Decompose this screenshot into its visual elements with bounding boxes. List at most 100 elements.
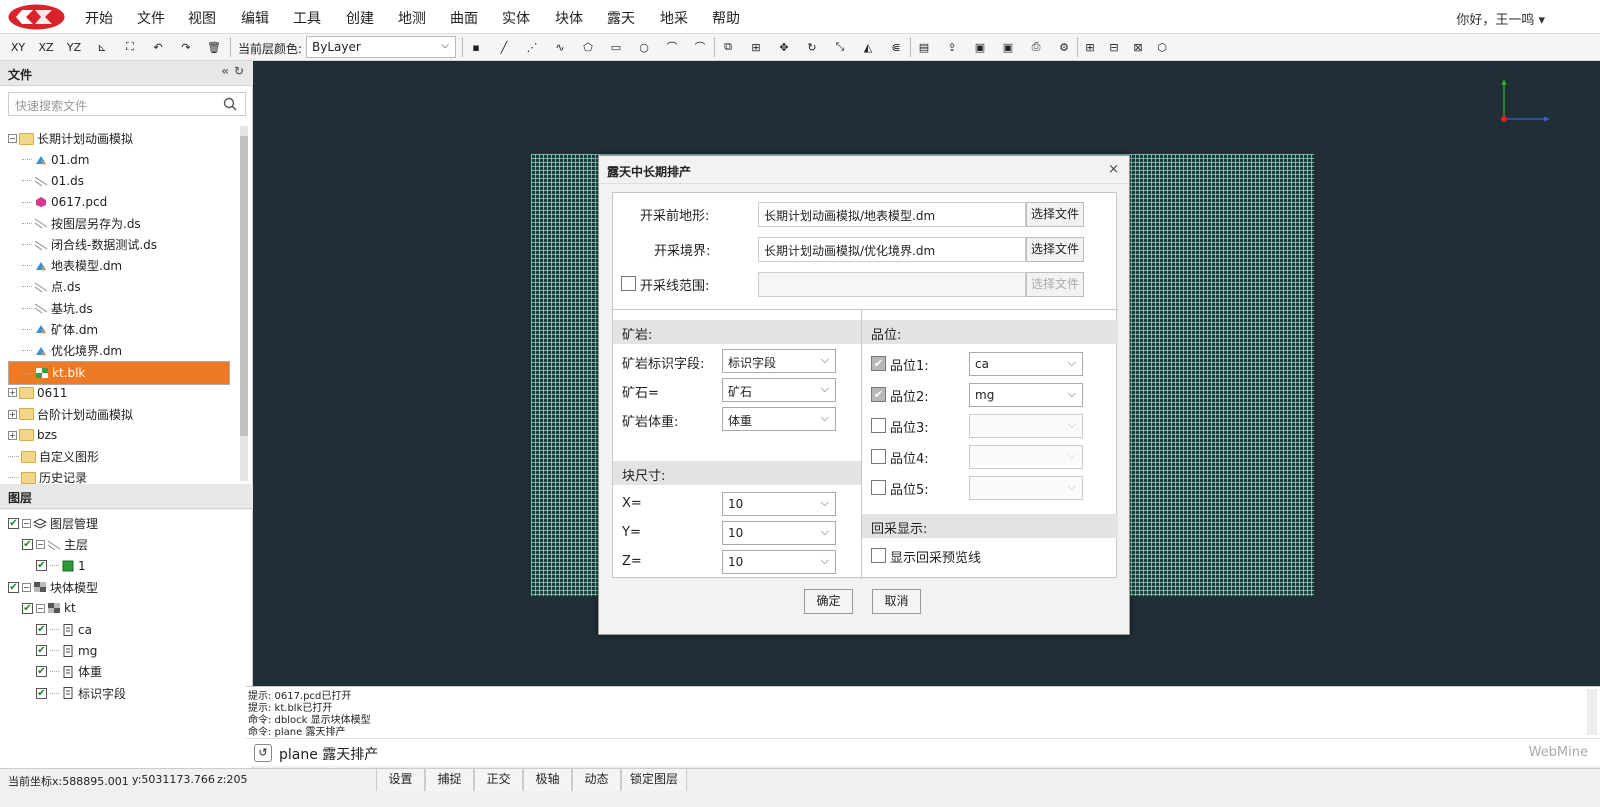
file-tree-item[interactable]: 优化境界.dm bbox=[22, 340, 122, 361]
point-icon[interactable]: ▪ bbox=[466, 37, 486, 57]
boundary-input[interactable]: 长期计划动画模拟/优化境界.dm bbox=[758, 237, 1026, 262]
arc-icon[interactable]: ⌒ bbox=[662, 37, 682, 57]
layer-visibility-checkbox[interactable]: ✔ bbox=[22, 602, 33, 614]
grade-2-checkbox[interactable]: ✔ bbox=[871, 387, 886, 402]
wireframe-icon[interactable]: ⊠ bbox=[1128, 37, 1148, 57]
copy-icon[interactable]: ⧉ bbox=[718, 37, 738, 57]
file-tree-item[interactable]: 自定义图形 bbox=[8, 446, 99, 467]
layer-tree-item[interactable]: ✔ − 主层 bbox=[22, 534, 88, 555]
file-tree-item[interactable]: 闭合线-数据测试.ds bbox=[22, 234, 157, 255]
layer-tree-item[interactable]: ✔ − 块体模型 bbox=[8, 577, 98, 598]
print-icon[interactable]: ⎙ bbox=[1026, 37, 1046, 57]
collapse-icon[interactable]: − bbox=[8, 134, 17, 143]
file-tree-item[interactable]: − 长期计划动画模拟 bbox=[8, 128, 133, 149]
line-range-checkbox[interactable] bbox=[621, 276, 636, 291]
file-tree-item[interactable]: 0617.pcd bbox=[22, 192, 107, 213]
command-input[interactable]: plane 露天排产 bbox=[279, 744, 378, 764]
polar-button[interactable]: 极轴 bbox=[523, 769, 572, 791]
file-tree-item[interactable]: 点.ds bbox=[22, 276, 81, 297]
file-tree-item[interactable]: + 台阶计划动画模拟 bbox=[8, 404, 133, 425]
layer-visibility-checkbox[interactable]: ✔ bbox=[8, 518, 19, 529]
expand-icon[interactable]: + bbox=[8, 430, 17, 440]
dynamic-button[interactable]: 动态 bbox=[572, 769, 621, 791]
layer-tree-item[interactable]: ✔ 1 bbox=[36, 555, 86, 576]
file-tree-item[interactable]: +0611 bbox=[8, 382, 68, 403]
search-icon[interactable] bbox=[223, 97, 237, 111]
rotate-icon[interactable]: ↻ bbox=[802, 37, 822, 57]
file-scrollbar-thumb[interactable] bbox=[240, 136, 248, 436]
grade-4-checkbox[interactable] bbox=[871, 449, 886, 464]
collapse-icon[interactable]: − bbox=[36, 540, 45, 550]
menu-surface[interactable]: 曲面 bbox=[450, 8, 478, 28]
mirror-icon[interactable]: ◭ bbox=[858, 37, 878, 57]
backfill-checkbox[interactable] bbox=[871, 548, 886, 563]
z-size-select[interactable]: 10 ⌵ bbox=[722, 550, 836, 574]
menu-tools[interactable]: 工具 bbox=[293, 8, 321, 28]
collapse-icon[interactable]: − bbox=[22, 582, 31, 592]
layer-tree-item[interactable]: ✔ ca bbox=[36, 619, 92, 640]
layer-visibility-checkbox[interactable]: ✔ bbox=[36, 687, 47, 699]
log-scrollbar[interactable] bbox=[1587, 689, 1597, 735]
lock-layer-button[interactable]: 锁定图层 bbox=[621, 769, 687, 791]
menu-edit[interactable]: 编辑 bbox=[241, 8, 269, 28]
refresh-icon[interactable]: ↻ bbox=[234, 64, 244, 78]
layer-tree-item[interactable]: ✔ 体重 bbox=[36, 661, 102, 682]
cube-icon[interactable]: ⬡ bbox=[1152, 37, 1172, 57]
menu-help[interactable]: 帮助 bbox=[712, 8, 740, 28]
settings-icon[interactable]: ⚙ bbox=[1054, 37, 1074, 57]
move-icon[interactable]: ✥ bbox=[774, 37, 794, 57]
redo-icon[interactable]: ↷ bbox=[176, 37, 196, 57]
x-size-select[interactable]: 10 ⌵ bbox=[722, 492, 836, 516]
layer-visibility-checkbox[interactable]: ✔ bbox=[36, 645, 47, 657]
polyline-icon[interactable]: ⋰ bbox=[522, 37, 542, 57]
scale-icon[interactable]: ⤡ bbox=[830, 37, 850, 57]
settings-button[interactable]: 设置 bbox=[376, 769, 425, 791]
view-xy-button[interactable]: XY bbox=[8, 37, 28, 57]
collapse-icon[interactable]: « bbox=[221, 64, 229, 78]
menu-block[interactable]: 块体 bbox=[555, 8, 583, 28]
ok-button[interactable]: 确定 bbox=[804, 589, 853, 614]
file-search-input[interactable]: 快速搜索文件 bbox=[8, 92, 246, 116]
expand-icon[interactable]: + bbox=[8, 388, 17, 398]
save-as-icon[interactable]: ▣ bbox=[998, 37, 1018, 57]
command-history-icon[interactable]: ↺ bbox=[254, 744, 272, 762]
layer-tree-item[interactable]: ✔ − 图层管理 bbox=[8, 513, 98, 534]
user-menu[interactable]: 你好，王一鸣 ▾ bbox=[1456, 9, 1545, 28]
line-icon[interactable]: ╱ bbox=[494, 37, 514, 57]
grade-1-checkbox[interactable]: ✔ bbox=[871, 356, 886, 371]
menu-create[interactable]: 创建 bbox=[346, 8, 374, 28]
file-tree-item[interactable]: 基坑.ds bbox=[22, 298, 93, 319]
circle-icon[interactable]: ○ bbox=[634, 37, 654, 57]
ore-field-select[interactable]: 标识字段 ⌵ bbox=[722, 349, 836, 373]
pre-terrain-input[interactable]: 长期计划动画模拟/地表模型.dm bbox=[758, 202, 1026, 227]
menu-solid[interactable]: 实体 bbox=[502, 8, 530, 28]
grade-3-checkbox[interactable] bbox=[871, 418, 886, 433]
collapse-icon[interactable]: − bbox=[22, 519, 31, 528]
save-icon[interactable]: ▣ bbox=[970, 37, 990, 57]
view-xz-button[interactable]: XZ bbox=[36, 37, 56, 57]
curve-icon[interactable]: ∿ bbox=[550, 37, 570, 57]
snap-button[interactable]: 捕捉 bbox=[425, 769, 474, 791]
file-tree-item[interactable]: + bzs bbox=[8, 425, 57, 446]
ortho-button[interactable]: 正交 bbox=[474, 769, 523, 791]
file-tree-item[interactable]: 01.ds bbox=[22, 170, 84, 191]
file-tree-item[interactable]: 矿体.dm bbox=[22, 319, 98, 340]
document-icon[interactable]: ▤ bbox=[914, 37, 934, 57]
layer-visibility-checkbox[interactable]: ✔ bbox=[36, 560, 47, 572]
ore-select[interactable]: 矿石 ⌵ bbox=[722, 378, 836, 402]
cancel-button[interactable]: 取消 bbox=[872, 589, 921, 614]
menu-openpit[interactable]: 露天 bbox=[607, 8, 635, 28]
expand-icon[interactable]: + bbox=[8, 409, 17, 419]
file-tree-item[interactable]: 按图层另存为.ds bbox=[22, 213, 141, 234]
menu-survey[interactable]: 地测 bbox=[398, 8, 426, 28]
menu-start[interactable]: 开始 bbox=[85, 8, 113, 28]
layer-tree-item[interactable]: ✔ 标识字段 bbox=[36, 683, 126, 704]
grade-1-select[interactable]: ca ⌵ bbox=[969, 352, 1083, 376]
undo-icon[interactable]: ↶ bbox=[148, 37, 168, 57]
offset-icon[interactable]: ⋐ bbox=[886, 37, 906, 57]
view-yz-button[interactable]: YZ bbox=[64, 37, 84, 57]
zoom-extents-icon[interactable]: ⛶ bbox=[120, 37, 140, 57]
menu-view[interactable]: 视图 bbox=[188, 8, 216, 28]
layer-visibility-checkbox[interactable]: ✔ bbox=[8, 581, 19, 593]
boundary-choose-button[interactable]: 选择文件 bbox=[1026, 237, 1084, 262]
